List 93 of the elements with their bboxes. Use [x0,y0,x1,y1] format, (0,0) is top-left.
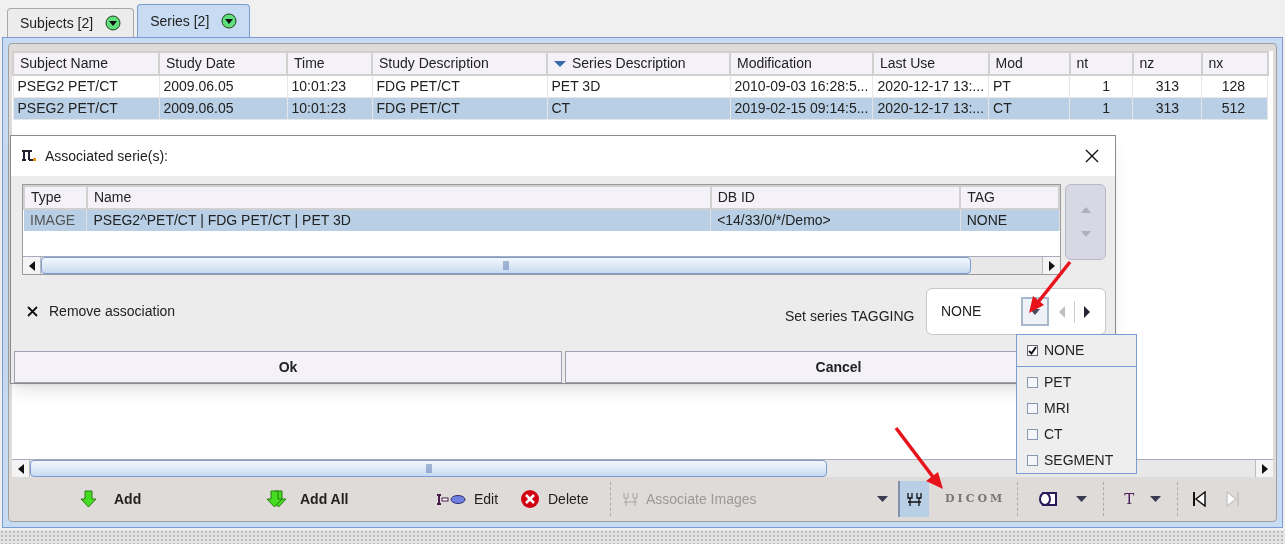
table-row[interactable]: IMAGE PSEG2^PET/CT | FDG PET/CT | PET 3D <14/33/0/*/Demo> NONE [24,209,1059,231]
scroll-thumb[interactable] [30,460,827,477]
table-cell: PT [988,75,1070,98]
column-header[interactable]: Subject Name [13,52,159,75]
table-cell: PSEG2 PET/CT [13,75,159,98]
checkbox[interactable] [1027,345,1038,356]
column-header[interactable]: Type [24,186,87,209]
table-cell: 2010-09-03 16:28:5... [730,75,873,98]
close-icon[interactable] [1085,149,1099,163]
tab[interactable]: Subjects [2] [7,8,135,37]
column-header[interactable]: Last Use [872,52,989,75]
column-header[interactable]: Name [86,186,711,209]
network-icon [623,492,638,506]
double-down-arrow-icon [266,490,288,508]
table-row[interactable]: PSEG2 PET/CT 2009.06.05 10:01:23 FDG PET/CT CT 2019-02-15 09:14:5... 2020-12-17 13:... CT 1 313 512 [13,97,1268,120]
table-cell: FDG PET/CT [372,75,547,98]
column-header[interactable]: Series Description [547,52,730,75]
caret-icon[interactable] [877,496,888,502]
table-cell: PSEG2 PET/CT [13,97,159,120]
associate-toggle-button[interactable] [898,481,929,517]
right-arrow-icon[interactable] [1048,260,1055,271]
checkbox[interactable] [1027,428,1038,440]
column-header[interactable]: TAG [960,186,1059,209]
table-cell: 313 [1132,75,1202,98]
table-cell: 1 [1069,97,1133,120]
pointer-arrow [893,426,945,490]
add-all-button[interactable]: Add All [266,488,436,510]
tab[interactable]: Series [2] [137,4,251,37]
table-cell: CT [547,97,730,120]
column-header[interactable]: DB ID [710,186,961,209]
column-header[interactable]: nx [1201,52,1268,75]
column-header[interactable]: Mod [988,52,1070,75]
tagging-value: NONE [941,302,983,321]
column-header[interactable]: nt [1069,52,1133,75]
checkbox[interactable] [1027,402,1038,414]
dropdown-icon[interactable] [105,15,122,31]
edit-button[interactable]: Edit [436,488,520,510]
left-arrow-icon[interactable] [28,260,35,271]
table-cell: 1 [1069,75,1133,98]
delete-icon [520,489,540,509]
table-cell: IMAGE [24,209,87,231]
dialog-title: Associated serie(s): [45,146,168,166]
table-cell: CT [988,97,1070,120]
column-header[interactable]: Study Date [159,52,287,75]
app-icon [21,150,37,162]
ok-button[interactable]: Ok [14,351,562,383]
grip-icon [503,261,509,270]
cylinder-icon[interactable] [1038,490,1059,508]
table-cell: PET 3D [547,75,730,98]
scroll-thumb[interactable] [41,257,971,274]
table-cell: FDG PET/CT [372,97,547,120]
text-tool-button[interactable]: T [1124,487,1135,511]
table-cell: 2019-02-15 09:14:5... [730,97,873,120]
table-cell: NONE [960,209,1059,231]
column-header[interactable]: Study Description [372,52,547,75]
remove-association-label[interactable]: Remove association [49,301,176,322]
table-cell: 2009.06.05 [159,97,287,120]
left-arrow-icon[interactable] [17,463,24,474]
column-header[interactable]: nz [1132,52,1202,75]
plug-icon [436,493,466,505]
menu-item[interactable]: MRI [1017,395,1136,421]
table-cell: PSEG2^PET/CT | FDG PET/CT | PET 3D [86,209,711,231]
right-arrow-icon[interactable] [1261,463,1268,474]
table-cell: <14/33/0/*/Demo> [710,209,961,231]
menu-item[interactable]: SEGMENT [1017,447,1136,473]
tagging-label: Set series TAGGING [785,307,915,326]
pointer-arrow [1027,260,1073,314]
column-header[interactable]: Modification [730,52,873,75]
column-header[interactable]: Time [287,52,372,75]
grip-icon [425,464,432,473]
table-cell: 10:01:23 [287,75,372,98]
menu-item[interactable]: CT [1017,421,1136,447]
checkbox[interactable] [1027,376,1038,388]
remove-icon[interactable] [27,306,38,317]
network-icon [907,492,922,506]
delete-button[interactable]: Delete [520,488,604,510]
horizontal-scrollbar[interactable] [23,256,1060,274]
right-arrow-icon[interactable] [1084,305,1090,318]
table-cell: 2009.06.05 [159,75,287,98]
caret-icon[interactable] [1076,496,1088,502]
table-cell: 2020-12-17 13:... [872,75,989,98]
table-cell: 10:01:23 [287,97,372,120]
dropdown-icon[interactable] [221,13,238,29]
caret-icon[interactable] [1150,496,1162,502]
table-cell: 2020-12-17 13:... [872,97,989,120]
table-cell: 512 [1201,97,1268,120]
table-cell: 313 [1132,97,1202,120]
add-button[interactable]: Add [80,488,200,510]
previous-icon[interactable] [1192,491,1209,507]
table-row[interactable]: PSEG2 PET/CT 2009.06.05 10:01:23 FDG PET/CT PET 3D 2010-09-03 16:28:5... 2020-12-17 13:... PT 1 313 128 [13,75,1268,98]
sort-icon[interactable] [554,61,566,68]
table-cell: 128 [1201,75,1268,98]
checkbox[interactable] [1027,454,1038,466]
